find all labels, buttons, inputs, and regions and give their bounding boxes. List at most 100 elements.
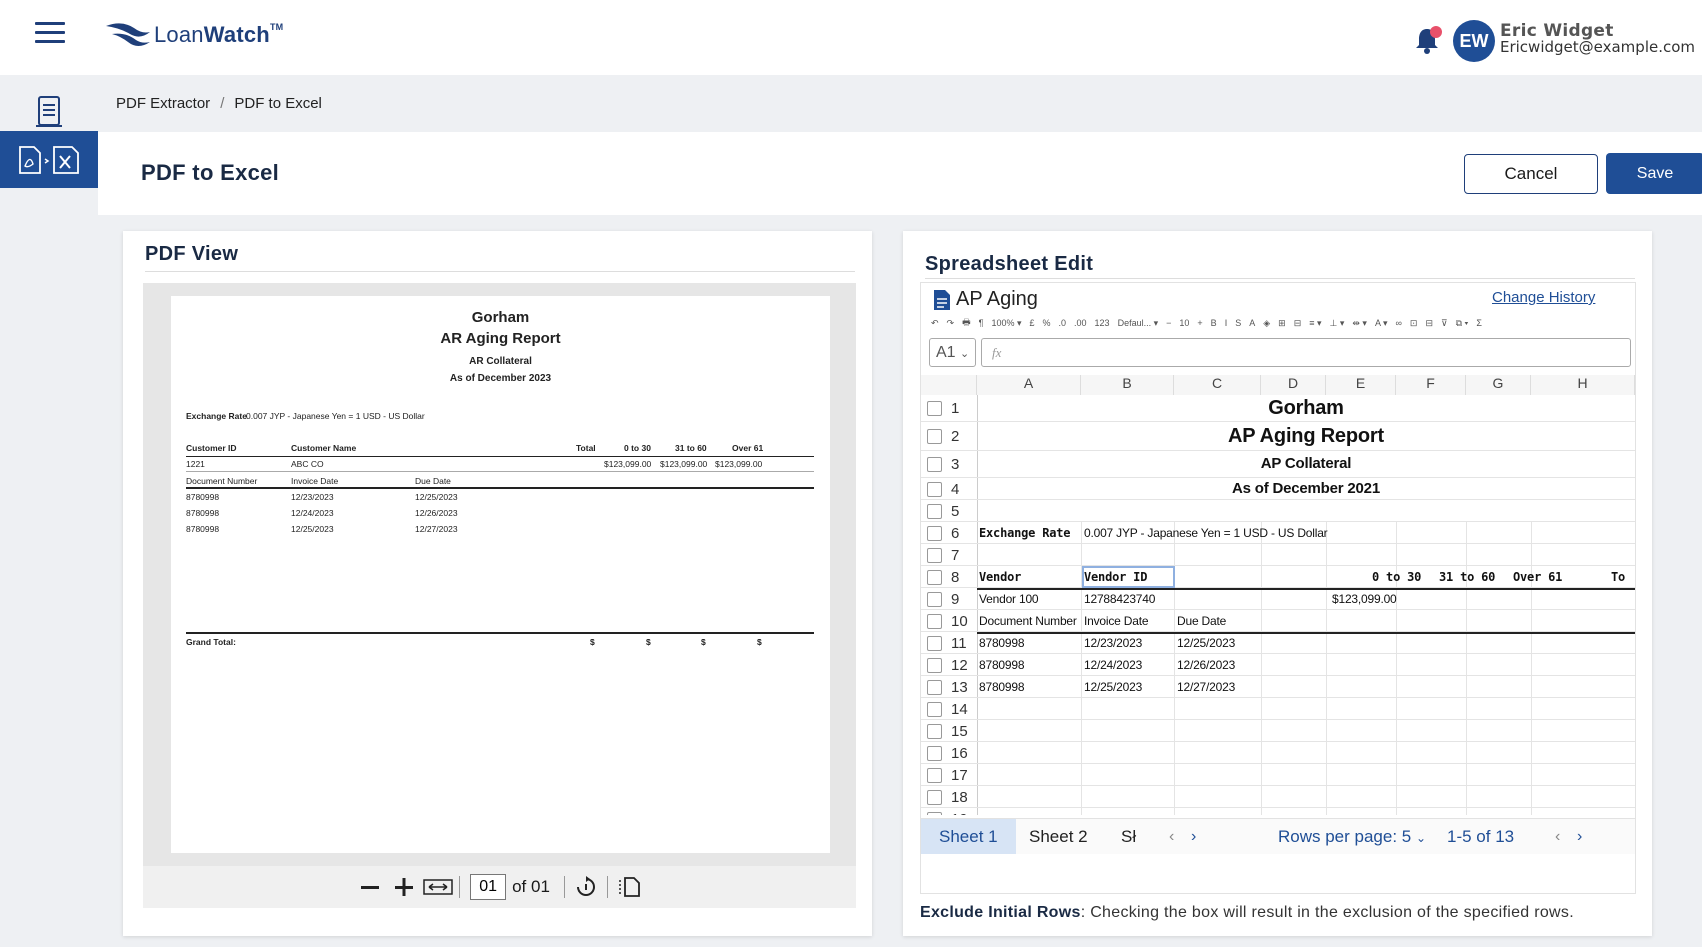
column-header[interactable]: D [1261, 375, 1326, 395]
toolbar-tool[interactable]: − [1166, 318, 1171, 328]
toolbar-tool[interactable]: .0 [1059, 318, 1067, 328]
toolbar-tool[interactable]: 100% ▾ [991, 318, 1021, 329]
table-row[interactable] [921, 500, 1635, 522]
table-row[interactable] [921, 698, 1635, 720]
toolbar-tool[interactable]: 123 [1095, 318, 1110, 328]
column-header[interactable]: A [977, 375, 1081, 395]
cell-reference-input[interactable]: A1 ⌄ [929, 338, 976, 367]
table-row[interactable] [921, 764, 1635, 786]
toolbar-tool[interactable]: ⊥ ▾ [1330, 318, 1345, 329]
sheet-cell-exchange-value[interactable]: 0.007 JYP - Japanese Yen = 1 USD - US Do… [1084, 526, 1328, 540]
sheet-cell[interactable]: Invoice Date [1084, 614, 1149, 628]
sheet-cell[interactable]: 8780998 [979, 658, 1025, 672]
change-history-link[interactable]: Change History [1492, 289, 1595, 306]
row-exclude-checkbox[interactable] [927, 503, 942, 519]
toolbar-tool[interactable]: Defaul... ▾ [1118, 318, 1159, 329]
table-row[interactable] [921, 808, 1635, 815]
row-exclude-checkbox[interactable] [927, 657, 942, 673]
row-exclude-checkbox[interactable] [927, 679, 942, 695]
table-row[interactable] [921, 786, 1635, 808]
row-exclude-checkbox[interactable] [927, 811, 942, 815]
toolbar-tool[interactable]: ⊽ [1441, 318, 1448, 329]
table-row[interactable] [921, 632, 1635, 654]
row-exclude-checkbox[interactable] [927, 591, 942, 607]
sheet-cell-header[interactable]: 0 to 30 [1372, 570, 1421, 584]
row-exclude-checkbox[interactable] [927, 613, 942, 629]
sheet-cell[interactable]: 12/26/2023 [1177, 658, 1235, 672]
sheet-cell-report-title[interactable]: AP Aging Report [977, 425, 1635, 448]
sheet-cell[interactable]: 8780998 [979, 680, 1025, 694]
column-header[interactable]: B [1081, 375, 1174, 395]
sheet-cell-header[interactable]: To [1611, 570, 1625, 584]
toolbar-tool[interactable]: ⇹ ▾ [1352, 318, 1367, 329]
column-header[interactable]: E [1326, 375, 1396, 395]
table-row[interactable] [921, 720, 1635, 742]
sheet-cell-exchange-label[interactable]: Exchange Rate [979, 526, 1071, 540]
row-exclude-checkbox[interactable] [927, 789, 942, 805]
toolbar-tool[interactable]: ◈ [1263, 318, 1270, 329]
row-exclude-checkbox[interactable] [927, 745, 942, 761]
pdf-viewer[interactable]: Gorham AR Aging Report AR Collateral As … [143, 283, 856, 866]
toolbar-tool[interactable]: % [1043, 318, 1051, 328]
column-header[interactable]: H [1531, 375, 1635, 395]
toolbar-tool[interactable]: + [1197, 318, 1202, 328]
row-exclude-checkbox[interactable] [927, 701, 942, 717]
zoom-out-button[interactable] [353, 871, 387, 903]
toolbar-tool[interactable]: S [1235, 318, 1241, 328]
toolbar-tool[interactable]: I [1225, 318, 1228, 328]
sheet-cell[interactable]: 12/25/2023 [1084, 680, 1142, 694]
sheet-cell[interactable]: 12/25/2023 [1177, 636, 1235, 650]
page-view-button[interactable] [612, 871, 646, 903]
table-row[interactable] [921, 544, 1635, 566]
page-next-icon[interactable]: › [1577, 819, 1582, 854]
page-prev-icon[interactable]: ‹ [1555, 819, 1560, 854]
sheet-cell[interactable]: Vendor 100 [979, 592, 1039, 606]
toolbar-tool[interactable]: ¶ [979, 318, 984, 328]
toolbar-tool[interactable]: 10 [1179, 318, 1189, 328]
sheet-cell[interactable]: 12/24/2023 [1084, 658, 1142, 672]
row-exclude-checkbox[interactable] [927, 401, 942, 416]
sheet-cell-subtitle[interactable]: AP Collateral [977, 455, 1635, 472]
row-exclude-checkbox[interactable] [927, 569, 942, 585]
column-header[interactable]: C [1174, 375, 1261, 395]
rail-item-pdf-to-excel[interactable] [0, 131, 98, 188]
toolbar-tool[interactable]: B [1211, 318, 1217, 328]
toolbar-tool[interactable]: A [1249, 318, 1255, 328]
sheet-tab-3[interactable]: Sł [1103, 819, 1154, 854]
tab-next-icon[interactable]: › [1191, 819, 1196, 854]
spreadsheet-grid[interactable]: ABCDEFGH12345678910111213141516171819Gor… [921, 375, 1635, 815]
table-row[interactable] [921, 654, 1635, 676]
table-row[interactable] [921, 676, 1635, 698]
cancel-button[interactable]: Cancel [1464, 154, 1598, 194]
sheet-cell-header[interactable]: Over 61 [1513, 570, 1562, 584]
toolbar-tool[interactable]: ≡ ▾ [1309, 318, 1321, 329]
row-exclude-checkbox[interactable] [927, 547, 942, 563]
toolbar-tool[interactable]: ↶ [931, 318, 939, 329]
page-number-input[interactable] [470, 874, 507, 900]
row-exclude-checkbox[interactable] [927, 525, 942, 541]
toolbar-tool[interactable]: ⊡ [1410, 318, 1418, 329]
toolbar-tool[interactable]: ⊟ [1294, 318, 1302, 329]
toolbar-tool[interactable]: £ [1029, 318, 1034, 328]
menu-icon[interactable] [35, 22, 65, 44]
row-exclude-checkbox[interactable] [927, 767, 942, 783]
sheet-cell-header[interactable]: 31 to 60 [1439, 570, 1495, 584]
toolbar-tool[interactable]: ⧉ ▾ [1456, 318, 1469, 329]
row-exclude-checkbox[interactable] [927, 635, 942, 651]
toolbar-tool[interactable]: ⊟ [1425, 318, 1433, 329]
logo[interactable]: LoanWatchTM [104, 18, 283, 52]
sheet-tab-2[interactable]: Sheet 2 [1011, 819, 1106, 854]
sheet-cell[interactable]: 12788423740 [1084, 592, 1155, 606]
fit-width-button[interactable] [421, 871, 455, 903]
toolbar-tool[interactable]: Σ [1476, 318, 1482, 328]
avatar[interactable]: EW [1453, 20, 1495, 62]
sheet-cell-header[interactable]: Vendor [979, 570, 1021, 584]
toolbar-tool[interactable]: A ▾ [1375, 318, 1388, 329]
sheet-cell[interactable]: 8780998 [979, 636, 1025, 650]
column-header[interactable]: G [1466, 375, 1531, 395]
tab-prev-icon[interactable]: ‹ [1169, 819, 1174, 854]
formula-input[interactable]: fx [981, 338, 1631, 367]
sheet-cell[interactable]: Document Number [979, 614, 1077, 628]
row-exclude-checkbox[interactable] [927, 481, 942, 497]
toolbar-tool[interactable]: ⊞ [1278, 318, 1286, 329]
